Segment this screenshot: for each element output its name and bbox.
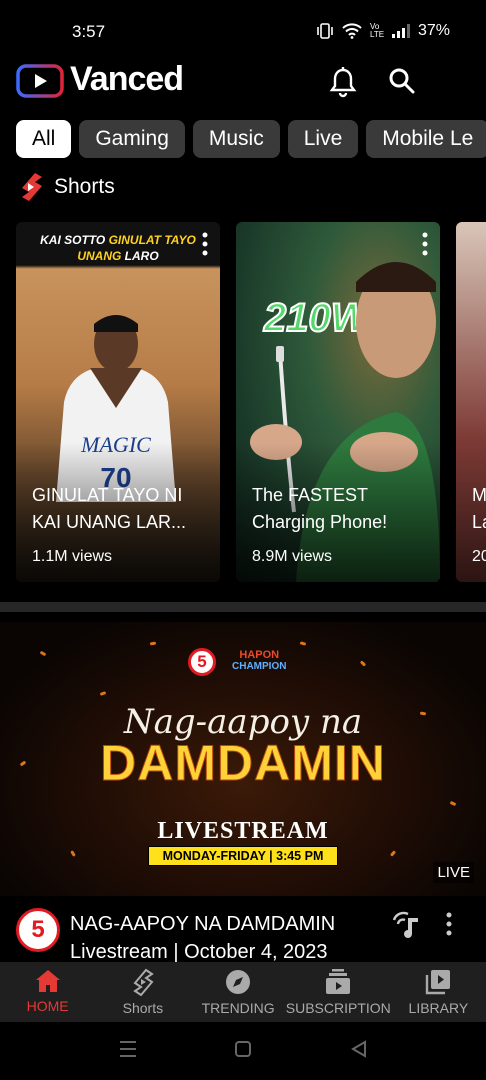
live-badge: LIVE bbox=[433, 862, 474, 883]
short-card-peek[interactable]: M La 20 bbox=[456, 222, 486, 582]
more-options-icon[interactable] bbox=[202, 232, 208, 256]
short-views: 20 bbox=[472, 548, 486, 565]
nav-home[interactable]: HOME bbox=[0, 962, 95, 1022]
notifications-icon[interactable] bbox=[328, 66, 358, 98]
chip-live[interactable]: Live bbox=[287, 120, 359, 158]
trending-icon bbox=[226, 970, 251, 994]
vanced-logo-icon[interactable] bbox=[16, 64, 64, 98]
short-views: 1.1M views bbox=[32, 548, 113, 565]
short-title: The FASTEST Charging Phone! bbox=[252, 485, 388, 532]
audio-only-icon[interactable] bbox=[390, 910, 422, 940]
more-options-icon[interactable] bbox=[446, 912, 452, 936]
ember-decoration bbox=[39, 650, 47, 657]
short-card[interactable]: 210W The FASTEST Charging Phone! 8.9M vi… bbox=[236, 222, 440, 582]
schedule-label: MONDAY-FRIDAY | 3:45 PM bbox=[148, 846, 338, 866]
video-meta: 5 NAG-AAPOY NA DAMDAMIN Livestream | Oct… bbox=[0, 898, 486, 963]
back-icon[interactable] bbox=[350, 1040, 368, 1058]
shorts-shelf: KAI SOTTO GINULAT TAYO UNANG LARO MAGIC … bbox=[16, 222, 486, 584]
home-icon bbox=[35, 970, 60, 992]
nav-label: TRENDING bbox=[201, 1000, 275, 1016]
nav-trending[interactable]: TRENDING bbox=[191, 962, 286, 1022]
nav-label: HOME bbox=[26, 998, 69, 1014]
status-bar: 3:57 Vo LTE 37% bbox=[0, 0, 486, 56]
home-button-icon[interactable] bbox=[234, 1040, 252, 1058]
brand-name: Vanced bbox=[70, 60, 184, 98]
status-time: 3:57 bbox=[72, 22, 106, 41]
shorts-section-title: Shorts bbox=[54, 175, 115, 198]
show-title: DAMDAMIN bbox=[100, 735, 386, 792]
short-card[interactable]: KAI SOTTO GINULAT TAYO UNANG LARO MAGIC … bbox=[16, 222, 220, 582]
ember-decoration bbox=[359, 660, 367, 667]
ember-decoration bbox=[389, 850, 397, 857]
bottom-navigation: HOME Shorts TRENDING SUBSCRIPTION LIBRAR… bbox=[0, 962, 486, 1022]
channel-avatar[interactable]: 5 bbox=[16, 908, 60, 952]
short-title: GINULAT TAYO NI KAI UNANG LAR... bbox=[32, 485, 187, 532]
ember-decoration bbox=[449, 800, 457, 807]
volte-label: Vo LTE bbox=[369, 22, 385, 39]
nav-subscription[interactable]: SUBSCRIPTION bbox=[286, 962, 391, 1022]
library-icon bbox=[426, 970, 451, 995]
search-icon[interactable] bbox=[388, 66, 416, 96]
nav-library[interactable]: LIBRARY bbox=[391, 962, 486, 1022]
shorts-icon bbox=[133, 968, 154, 996]
video-thumbnail[interactable]: 5 HAPON CHAMPION Nag-aapoy na DAMDAMIN L… bbox=[0, 622, 486, 896]
nav-label: Shorts bbox=[122, 1000, 164, 1016]
vibrate-icon bbox=[317, 23, 333, 39]
network-logo: 5 bbox=[188, 648, 216, 676]
chip-mobile-legends[interactable]: Mobile Le bbox=[366, 120, 486, 158]
ember-decoration bbox=[299, 641, 307, 646]
ember-decoration bbox=[149, 641, 157, 646]
chip-gaming[interactable]: Gaming bbox=[79, 120, 185, 158]
program-logo: HAPON CHAMPION bbox=[232, 649, 287, 673]
short-thumbnail-banner: KAI SOTTO GINULAT TAYO UNANG LARO bbox=[40, 233, 196, 263]
shorts-logo-icon bbox=[22, 173, 42, 201]
wifi-icon bbox=[342, 23, 362, 39]
battery-percent: 37% bbox=[417, 22, 450, 39]
chip-music[interactable]: Music bbox=[192, 120, 280, 158]
video-title[interactable]: NAG-AAPOY NA DAMDAMIN Livestream | Octob… bbox=[70, 910, 380, 966]
filter-chips: All Gaming Music Live Mobile Le bbox=[16, 120, 486, 158]
recent-apps-icon[interactable] bbox=[118, 1040, 138, 1058]
system-navigation-bar bbox=[0, 1022, 486, 1080]
ember-decoration bbox=[70, 850, 76, 857]
nav-label: LIBRARY bbox=[408, 1000, 469, 1016]
more-options-icon[interactable] bbox=[422, 232, 428, 256]
nav-label: SUBSCRIPTION bbox=[285, 1000, 391, 1016]
short-title: M La bbox=[472, 485, 486, 532]
chip-all[interactable]: All bbox=[16, 120, 72, 158]
short-views: 8.9M views bbox=[252, 548, 333, 565]
signal-icon bbox=[391, 24, 410, 38]
shorts-section-header: Shorts bbox=[18, 170, 115, 204]
nav-shorts[interactable]: Shorts bbox=[95, 962, 190, 1022]
status-icons: Vo LTE 37% bbox=[316, 22, 450, 40]
subscription-icon bbox=[326, 969, 351, 994]
section-divider bbox=[0, 602, 486, 612]
livestream-label: LIVESTREAM bbox=[157, 818, 329, 844]
ember-decoration bbox=[99, 691, 107, 696]
app-header: Vanced bbox=[0, 56, 486, 112]
